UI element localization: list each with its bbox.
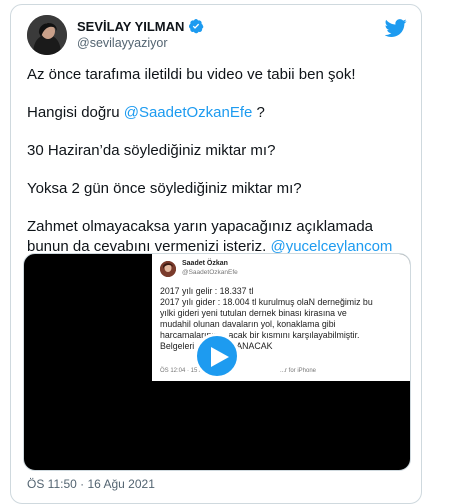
author-avatar[interactable] (27, 15, 67, 55)
paragraph-text: Az önce tarafıma iletildi bu video ve ta… (27, 66, 356, 83)
author-handle[interactable]: @sevilayyaziyor (77, 36, 168, 50)
paragraph-text: Hangisi doğru (27, 104, 124, 121)
paragraph-text: ? (252, 104, 265, 121)
tweet-paragraph: Yoksa 2 gün önce söylediğiniz miktar mı? (27, 179, 412, 199)
author-name[interactable]: SEVİLAY YILMAN (77, 19, 184, 34)
screenshot-source: ...r for iPhone (280, 368, 317, 374)
tweet-paragraph: Zahmet olmayacaksa yarın yapacağınız açı… (27, 217, 412, 257)
screenshot-line: 2017 yılı gider : 18.004 tl kurulmuş ola… (160, 297, 373, 307)
tweet-card[interactable]: SEVİLAY YILMAN @sevilayyaziyor Az önce t… (10, 4, 422, 504)
screenshot-avatar (160, 261, 176, 277)
screenshot-line: mudahil olunan davaların yol, konaklama … (160, 319, 336, 329)
video-player[interactable]: Saadet Özkan @SaadetOzkanEfe ··· 2017 yı… (23, 253, 411, 471)
tweet-timestamp[interactable]: ÖS 11:50 · 16 Ağu 2021 (27, 477, 155, 491)
screenshot-meta: ÖS 12:04 · 15 A ...r for iPhone (160, 368, 316, 374)
tweet-paragraph: Az önce tarafıma iletildi bu video ve ta… (27, 65, 412, 85)
screenshot-author-name: Saadet Özkan (182, 260, 228, 267)
tweet-paragraph: Hangisi doğru @SaadetOzkanEfe ? (27, 103, 412, 123)
screenshot-author-handle: @SaadetOzkanEfe (182, 269, 238, 276)
video-frame-screenshot: Saadet Özkan @SaadetOzkanEfe ··· 2017 yı… (152, 254, 410, 381)
verified-badge-icon (189, 19, 204, 34)
paragraph-text: Yoksa 2 gün önce söylediğiniz miktar mı? (27, 180, 302, 197)
mention-link[interactable]: @SaadetOzkanEfe (124, 104, 253, 121)
screenshot-time: ÖS 12:04 · 15 A (160, 368, 203, 374)
twitter-bird-icon[interactable] (385, 17, 407, 39)
tweet-paragraph: 30 Haziran’da söylediğiniz miktar mı? (27, 141, 412, 161)
paragraph-text: 30 Haziran’da söylediğiniz miktar mı? (27, 142, 276, 159)
play-button[interactable] (194, 333, 240, 379)
tweet-text: Az önce tarafıma iletildi bu video ve ta… (27, 65, 412, 275)
screenshot-line: 2017 yılı gelir : 18.337 tl (160, 286, 254, 296)
play-icon (211, 347, 229, 367)
screenshot-line: harcamalarının ...acak bir kısmını karşı… (160, 330, 360, 340)
screenshot-line: yılki gideri yeni tutulan dernek binası … (160, 308, 347, 318)
author-name-row[interactable]: SEVİLAY YILMAN (77, 18, 204, 34)
